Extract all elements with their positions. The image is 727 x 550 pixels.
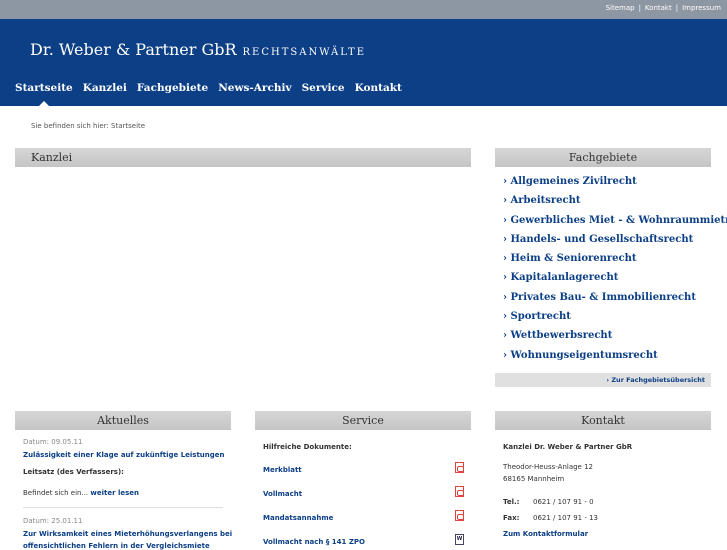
weiter-lesen-link[interactable]: weiter lesen xyxy=(90,489,139,497)
nav-kontakt[interactable]: Kontakt xyxy=(355,82,402,94)
news-title-link[interactable]: Zur Wirksamkeit eines Mieterhöhungsverla… xyxy=(23,530,232,538)
fachgebiete-header: Fachgebiete xyxy=(495,148,711,167)
fachgebiet-link[interactable]: › Privates Bau- & Immobilienrecht xyxy=(503,292,727,311)
top-bar: Sitemap | Kontakt | Impressum xyxy=(0,0,727,19)
news-title-link[interactable]: Zulässigkeit einer Klage auf zukünftige … xyxy=(23,451,225,459)
tel-label: Tel.: xyxy=(503,498,520,506)
impressum-link[interactable]: Impressum xyxy=(682,4,721,12)
fachgebiete-list: › Allgemeines Zivilrecht › Arbeitsrecht … xyxy=(503,176,727,369)
document-link-merkblatt[interactable]: Merkblatt xyxy=(263,466,302,474)
pdf-icon[interactable] xyxy=(455,462,464,473)
nav-kanzlei[interactable]: Kanzlei xyxy=(83,82,127,94)
top-links: Sitemap | Kontakt | Impressum xyxy=(605,4,721,12)
brand-subtitle: RECHTSANWÄLTE xyxy=(242,47,367,58)
news-teaser-text: Befindet sich ein... xyxy=(23,489,89,497)
kontaktformular-link[interactable]: Zum Kontaktformular xyxy=(503,530,588,538)
document-link-mandatsannahme[interactable]: Mandatsannahme xyxy=(263,514,333,522)
nav-news-archiv[interactable]: News-Archiv xyxy=(218,82,291,94)
pdf-icon[interactable] xyxy=(455,486,464,497)
site-header: Dr. Weber & Partner GbR RECHTSANWÄLTE Sta… xyxy=(0,19,727,107)
kontakt-firm: Kanzlei Dr. Weber & Partner GbR xyxy=(503,443,633,451)
fachgebiet-link[interactable]: › Kapitalanlagerecht xyxy=(503,272,727,291)
news-date: Datum: 25.01.11 xyxy=(23,517,83,525)
service-intro: Hilfreiche Dokumente: xyxy=(263,443,352,451)
document-link-vollmacht[interactable]: Vollmacht xyxy=(263,490,302,498)
news-title-link-line2[interactable]: offensichtlichen Fehlern in der Vergleic… xyxy=(23,542,210,550)
fax-label: Fax: xyxy=(503,514,520,522)
fachgebiet-link[interactable]: › Arbeitsrecht xyxy=(503,195,727,214)
fachgebiet-link[interactable]: › Gewerbliches Miet - & Wohnraummietrech… xyxy=(503,215,727,234)
fachgebiet-link[interactable]: › Heim & Seniorenrecht xyxy=(503,253,727,272)
fachgebiet-link[interactable]: › Wohnungseigentumsrecht xyxy=(503,350,727,369)
tel-value: 0621 / 107 91 - 0 xyxy=(533,498,594,506)
fachgebiet-link[interactable]: › Sportrecht xyxy=(503,311,727,330)
news-date: Datum: 09.05.11 xyxy=(23,438,83,446)
breadcrumb: Sie befinden sich hier: Startseite xyxy=(31,122,146,130)
nav-service[interactable]: Service xyxy=(302,82,345,94)
news-leitsatz: Leitsatz (des Verfassers): xyxy=(23,468,124,476)
fachgebiet-link[interactable]: › Wettbewerbsrecht xyxy=(503,330,727,349)
kontakt-street: Theodor-Heuss-Anlage 12 xyxy=(503,463,593,471)
fax-value: 0621 / 107 91 - 13 xyxy=(533,514,598,522)
brand-name: Dr. Weber & Partner GbR xyxy=(30,40,237,59)
news-teaser: Befindet sich ein... weiter lesen xyxy=(23,489,139,497)
pdf-icon[interactable] xyxy=(455,510,464,521)
fachgebiet-link[interactable]: › Handels- und Gesellschaftsrecht xyxy=(503,234,727,253)
kanzlei-header: Kanzlei xyxy=(15,148,471,167)
nav-fachgebiete[interactable]: Fachgebiete xyxy=(137,82,208,94)
news-divider xyxy=(23,507,223,508)
site-logo[interactable]: Dr. Weber & Partner GbR RECHTSANWÄLTE xyxy=(30,40,366,59)
sitemap-link[interactable]: Sitemap xyxy=(606,4,635,12)
nav-startseite[interactable]: Startseite xyxy=(15,82,73,107)
aktuelles-header: Aktuelles xyxy=(15,411,231,430)
main-nav: Startseite Kanzlei Fachgebiete News-Arch… xyxy=(15,82,412,107)
kontakt-header: Kontakt xyxy=(495,411,711,430)
word-icon[interactable]: W xyxy=(455,534,464,545)
kontakt-top-link[interactable]: Kontakt xyxy=(645,4,672,12)
fachgebiete-overview-link[interactable]: › Zur Fachgebietsübersicht xyxy=(495,373,711,387)
service-header: Service xyxy=(255,411,471,430)
fachgebiet-link[interactable]: › Allgemeines Zivilrecht xyxy=(503,176,727,195)
kontakt-city: 68165 Mannheim xyxy=(503,475,565,483)
